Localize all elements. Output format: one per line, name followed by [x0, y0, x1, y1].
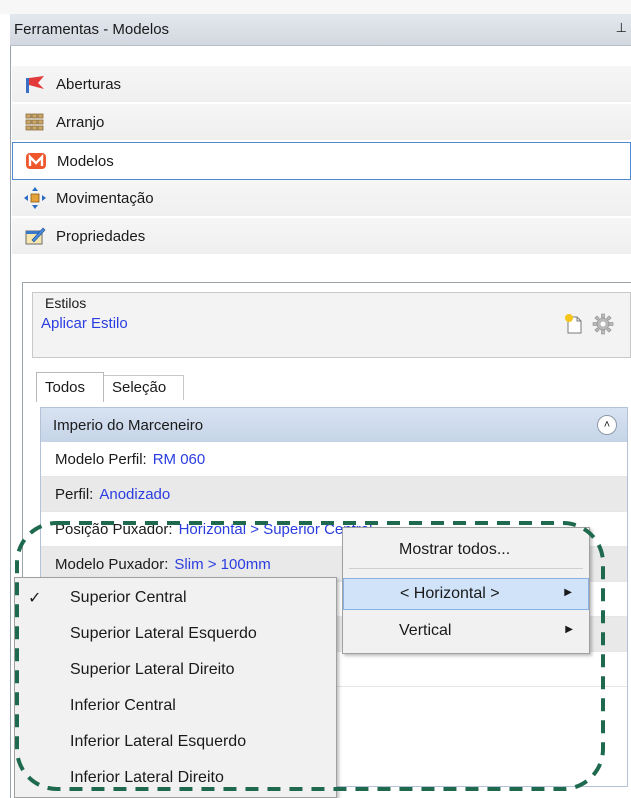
- property-value[interactable]: Anodizado: [99, 486, 170, 503]
- menu-item-vertical[interactable]: Vertical ▶: [343, 616, 589, 648]
- property-label: Perfil:: [55, 485, 94, 503]
- nav-item-arranjo[interactable]: Arranjo: [12, 104, 631, 142]
- menu-item-label: Mostrar todos...: [399, 541, 511, 558]
- estilos-toolbar: [564, 313, 614, 339]
- menu-item-superior-lateral-esquerdo[interactable]: Superior Lateral Esquerdo: [15, 616, 336, 652]
- aplicar-estilo-link[interactable]: Aplicar Estilo: [41, 315, 128, 332]
- submenu-arrow-icon: ▶: [565, 624, 573, 635]
- panel-left-border: [10, 46, 11, 798]
- door-flag-icon: [24, 73, 46, 95]
- nav-label: Modelos: [57, 152, 114, 170]
- menu-item-label: Inferior Lateral Esquerdo: [70, 733, 247, 750]
- panel-titlebar: Ferramentas - Modelos ⊥: [10, 14, 631, 46]
- checkmark-icon: ✓: [28, 590, 42, 607]
- move-arrows-icon: [24, 187, 46, 209]
- menu-item-label: < Horizontal >: [400, 585, 500, 602]
- menu-item-horizontal[interactable]: < Horizontal > ▶: [343, 578, 589, 610]
- nav-item-aberturas[interactable]: Aberturas: [12, 66, 631, 104]
- submenu-arrow-icon: ▶: [564, 587, 572, 598]
- property-value[interactable]: Slim > 100mm: [174, 556, 270, 573]
- menu-item-inferior-lateral-direito[interactable]: Inferior Lateral Direito: [15, 760, 336, 796]
- group-header[interactable]: Imperio do Marceneiro ˄: [41, 408, 627, 442]
- nav-label: Movimentação: [56, 189, 154, 207]
- menu-item-label: Superior Lateral Direito: [70, 661, 235, 678]
- nav-item-modelos[interactable]: Modelos: [12, 142, 631, 180]
- menu-item-inferior-lateral-esquerdo[interactable]: Inferior Lateral Esquerdo: [15, 724, 336, 760]
- property-label: Modelo Puxador:: [55, 555, 169, 573]
- property-value[interactable]: RM 060: [153, 451, 206, 468]
- menu-item-label: Superior Lateral Esquerdo: [70, 625, 257, 642]
- nav-label: Propriedades: [56, 227, 146, 245]
- nav-label: Aberturas: [56, 75, 122, 93]
- menu-item-mostrar-todos[interactable]: Mostrar todos...: [343, 535, 589, 567]
- tab-todos[interactable]: Todos: [36, 372, 104, 402]
- new-style-icon[interactable]: [564, 313, 584, 339]
- menu-item-label: Inferior Lateral Direito: [70, 769, 224, 786]
- nav-label: Arranjo: [56, 113, 105, 131]
- property-row[interactable]: Modelo Perfil: RM 060: [41, 442, 627, 477]
- gear-icon[interactable]: [592, 313, 614, 339]
- context-menu-positions: ✓ Superior Central Superior Lateral Esqu…: [14, 577, 337, 798]
- group-title: Imperio do Marceneiro: [53, 416, 204, 434]
- tool-navigation: Aberturas Arranjo Modelos Movimentação P…: [12, 66, 631, 256]
- tab-selecao[interactable]: Seleção: [104, 375, 184, 400]
- menu-item-label: Vertical: [399, 622, 452, 639]
- collapse-chevron-icon[interactable]: ˄: [597, 415, 617, 435]
- property-row[interactable]: Perfil: Anodizado: [41, 477, 627, 512]
- property-label: Posição Puxador:: [55, 520, 173, 538]
- m-logo-icon: [25, 150, 47, 172]
- estilos-legend: Estilos: [45, 295, 87, 311]
- menu-item-superior-central[interactable]: ✓ Superior Central: [15, 580, 336, 616]
- nav-item-movimentacao[interactable]: Movimentação: [12, 180, 631, 218]
- menu-item-label: Inferior Central: [70, 697, 176, 714]
- property-label: Modelo Perfil:: [55, 450, 147, 468]
- menu-item-inferior-central[interactable]: Inferior Central: [15, 688, 336, 724]
- properties-icon: [24, 225, 46, 247]
- top-strip: [0, 0, 631, 14]
- menu-item-superior-lateral-direito[interactable]: Superior Lateral Direito: [15, 652, 336, 688]
- menu-separator: [349, 568, 583, 569]
- panel-title: Ferramentas - Modelos: [14, 21, 170, 38]
- nav-item-propriedades[interactable]: Propriedades: [12, 218, 631, 256]
- context-submenu: Mostrar todos... < Horizontal > ▶ Vertic…: [342, 527, 590, 654]
- estilos-group: Estilos Aplicar Estilo: [32, 292, 631, 358]
- menu-item-label: Superior Central: [70, 589, 187, 606]
- grid-boxes-icon: [24, 111, 46, 133]
- pin-icon[interactable]: ⊥: [616, 20, 627, 36]
